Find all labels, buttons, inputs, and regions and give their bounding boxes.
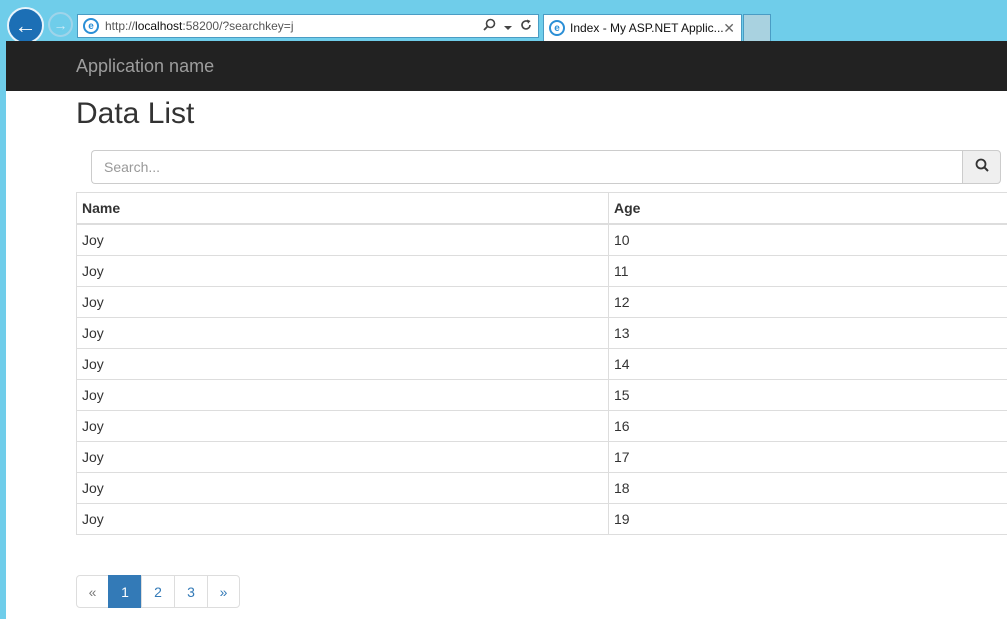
column-header-name: Name	[76, 192, 609, 225]
search-group	[91, 150, 1001, 184]
cell-age: 11	[608, 255, 1007, 287]
url-text[interactable]: http://localhost:58200/?searchkey=j	[105, 19, 483, 33]
cell-name: Joy	[76, 286, 609, 318]
browser-chrome: ← → e http://localhost:58200/?searchkey=…	[0, 0, 1007, 44]
table-row: Joy 15	[76, 379, 1007, 411]
page-content: Application name Data List Name Age Joy1…	[6, 41, 1007, 619]
cell-age: 17	[608, 441, 1007, 473]
refresh-icon[interactable]	[520, 19, 532, 34]
ie-icon: e	[83, 18, 99, 34]
cell-name: Joy	[76, 472, 609, 504]
cell-age: 18	[608, 472, 1007, 504]
search-button[interactable]	[962, 150, 1001, 184]
table-row: Joy 17	[76, 441, 1007, 473]
search-icon	[975, 158, 989, 177]
cell-age: 14	[608, 348, 1007, 380]
table-row: Joy 12	[76, 286, 1007, 318]
search-input[interactable]	[91, 150, 962, 184]
pagination-page-2[interactable]: 2	[141, 575, 175, 608]
pagination-page-1[interactable]: 1	[108, 575, 142, 608]
dropdown-icon[interactable]	[504, 19, 512, 34]
cell-name: Joy	[76, 255, 609, 287]
table-header-row: Name Age	[76, 192, 1007, 225]
table-row: Joy 14	[76, 348, 1007, 380]
address-bar[interactable]: e http://localhost:58200/?searchkey=j	[77, 14, 539, 38]
table-row: Joy 10	[76, 223, 1007, 256]
forward-button[interactable]: →	[48, 12, 73, 37]
back-button[interactable]: ←	[7, 7, 44, 44]
cell-age: 13	[608, 317, 1007, 349]
cell-name: Joy	[76, 503, 609, 535]
cell-name: Joy	[76, 441, 609, 473]
search-icon[interactable]	[483, 18, 496, 34]
cell-age: 16	[608, 410, 1007, 442]
pagination-next[interactable]: »	[207, 575, 240, 608]
forward-arrow-icon: →	[53, 16, 68, 33]
column-header-age: Age	[608, 192, 1007, 225]
table-row: Joy 11	[76, 255, 1007, 287]
tab-title: Index - My ASP.NET Applic...	[570, 21, 724, 35]
url-path: :58200/?searchkey=j	[182, 19, 294, 33]
navbar: Application name	[6, 41, 1007, 91]
cell-name: Joy	[76, 348, 609, 380]
pagination: « 1 2 3 »	[76, 575, 240, 608]
close-icon[interactable]: ✕	[723, 20, 735, 37]
cell-name: Joy	[76, 410, 609, 442]
data-table: Name Age Joy 10 Joy 11 Joy 12 Joy 13 Joy 14 J…	[76, 192, 1007, 535]
ie-icon: e	[549, 20, 565, 36]
cell-name: Joy	[76, 379, 609, 411]
back-arrow-icon: ←	[14, 12, 37, 38]
cell-name: Joy	[76, 223, 609, 256]
cell-age: 15	[608, 379, 1007, 411]
browser-tab[interactable]: e Index - My ASP.NET Applic... ✕	[543, 14, 742, 41]
page-title: Data List	[76, 97, 195, 130]
table-row: Joy 13	[76, 317, 1007, 349]
table-row: Joy 16	[76, 410, 1007, 442]
table-row: Joy 18	[76, 472, 1007, 504]
url-host: localhost	[135, 19, 183, 33]
cell-age: 10	[608, 223, 1007, 256]
table-row: Joy 19	[76, 503, 1007, 535]
new-tab-button[interactable]	[743, 14, 771, 41]
pagination-prev[interactable]: «	[76, 575, 109, 608]
brand-link[interactable]: Application name	[76, 56, 214, 77]
cell-name: Joy	[76, 317, 609, 349]
cell-age: 19	[608, 503, 1007, 535]
pagination-page-3[interactable]: 3	[174, 575, 208, 608]
cell-age: 12	[608, 286, 1007, 318]
url-scheme: http://	[105, 19, 136, 33]
